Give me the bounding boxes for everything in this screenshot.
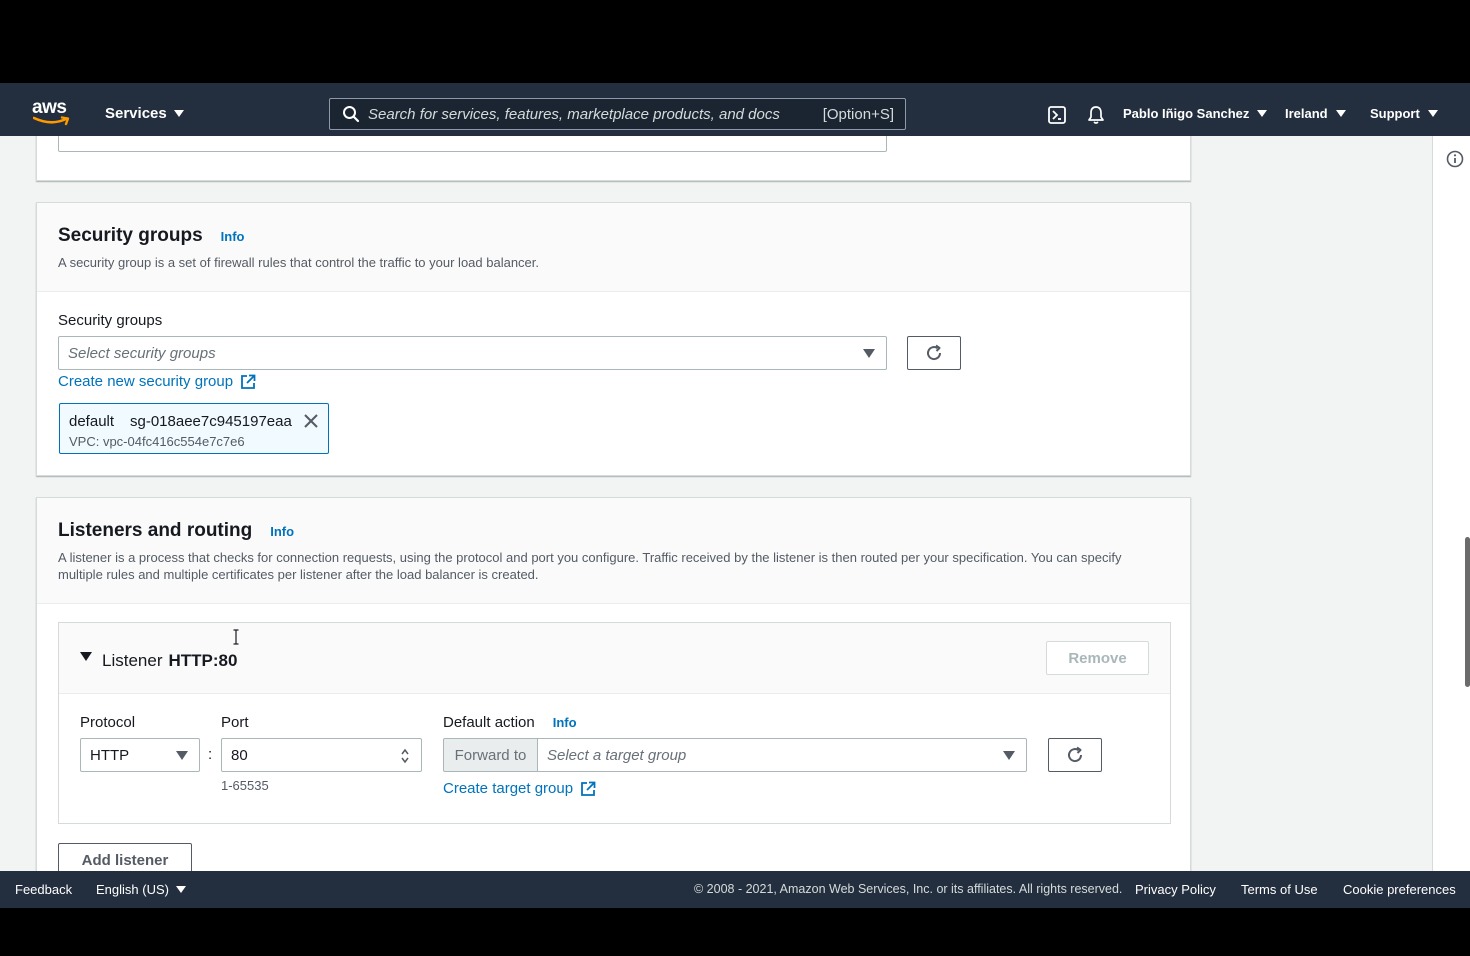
port-field[interactable] — [221, 738, 422, 772]
privacy-policy-link[interactable]: Privacy Policy — [1135, 882, 1216, 897]
selected-security-group-token: default sg-018aee7c945197eaa VPC: vpc-04… — [59, 403, 329, 454]
token-sg-name: default — [69, 413, 115, 430]
forward-to-label: Forward to — [443, 738, 538, 772]
security-groups-field-label: Security groups — [58, 312, 163, 329]
notifications-bell-icon[interactable] — [1086, 105, 1106, 125]
feedback-link[interactable]: Feedback — [15, 882, 72, 897]
region-menu[interactable]: Ireland — [1285, 106, 1346, 121]
protocol-port-separator: : — [208, 746, 213, 763]
target-group-select[interactable]: Select a target group — [537, 738, 1027, 772]
cloudshell-icon[interactable] — [1047, 105, 1067, 125]
security-groups-placeholder: Select security groups — [68, 344, 216, 362]
port-hint: 1-65535 — [221, 778, 269, 793]
remove-listener-button[interactable]: Remove — [1046, 641, 1149, 675]
create-target-group-link[interactable]: Create target group — [443, 780, 596, 797]
create-target-group-label: Create target group — [443, 780, 574, 797]
letterbox-bottom — [0, 908, 1470, 956]
default-action-label-row: Default action Info — [443, 714, 577, 731]
external-link-icon — [581, 781, 596, 796]
help-panel-rail — [1432, 136, 1470, 871]
create-security-group-label: Create new security group — [58, 373, 234, 390]
token-sg-id: sg-018aee7c945197eaa — [130, 413, 292, 430]
listener-header: Listener HTTP:80 Remove — [59, 623, 1170, 694]
default-action-label: Default action — [443, 714, 535, 731]
support-menu[interactable]: Support — [1370, 106, 1438, 121]
target-group-placeholder: Select a target group — [547, 746, 687, 764]
region-label: Ireland — [1285, 106, 1328, 121]
previous-field — [58, 136, 887, 152]
listener-label: Listener — [102, 651, 163, 670]
number-spinner-icon[interactable] — [400, 747, 410, 765]
main-content: Security groups Info A security group is… — [0, 136, 1470, 871]
caret-down-icon — [175, 886, 186, 893]
protocol-value: HTTP — [90, 746, 130, 764]
port-label: Port — [221, 714, 249, 731]
security-groups-header: Security groups Info A security group is… — [37, 203, 1190, 292]
listener-title[interactable]: Listener HTTP:80 — [102, 651, 237, 671]
security-groups-card: Security groups Info A security group is… — [36, 202, 1191, 476]
listener-panel: Listener HTTP:80 Remove Protocol HTTP : P… — [58, 622, 1171, 824]
search-icon — [343, 106, 360, 123]
aws-logo-text: aws — [32, 97, 67, 118]
caret-down-icon — [1003, 750, 1015, 760]
services-label: Services — [105, 105, 167, 122]
text-cursor-icon — [233, 629, 239, 645]
close-icon[interactable] — [303, 413, 319, 429]
account-menu[interactable]: Pablo Iñigo Sanchez — [1123, 106, 1268, 121]
letterbox-top — [0, 0, 1470, 83]
info-circle-icon[interactable] — [1446, 150, 1464, 168]
security-groups-select[interactable]: Select security groups — [58, 336, 887, 370]
caret-down-icon — [1257, 110, 1268, 117]
security-groups-title: Security groups — [58, 225, 203, 246]
port-input[interactable] — [231, 746, 381, 764]
aws-smile-icon — [33, 116, 70, 126]
security-groups-info-link[interactable]: Info — [221, 229, 245, 244]
listener-name: HTTP:80 — [168, 651, 238, 670]
caret-down-icon — [1335, 110, 1346, 117]
caret-down-icon — [176, 750, 188, 760]
protocol-label: Protocol — [80, 714, 136, 731]
listeners-title: Listeners and routing — [58, 520, 253, 541]
token-sg-vpc: VPC: vpc-04fc416c554e7c7e6 — [69, 434, 245, 449]
previous-section-card — [36, 136, 1191, 181]
protocol-select[interactable]: HTTP — [80, 738, 200, 772]
services-menu[interactable]: Services — [105, 105, 184, 122]
refresh-target-groups-button[interactable] — [1048, 738, 1102, 772]
caret-down-icon — [863, 348, 875, 358]
default-action-info-link[interactable]: Info — [553, 715, 577, 730]
footer: Feedback English (US) © 2008 - 2021, Ama… — [0, 871, 1470, 908]
external-link-icon — [241, 374, 256, 389]
refresh-icon — [927, 344, 942, 361]
refresh-security-groups-button[interactable] — [907, 336, 961, 370]
user-name: Pablo Iñigo Sanchez — [1123, 106, 1250, 121]
listeners-info-link[interactable]: Info — [270, 524, 294, 539]
caret-down-icon — [173, 110, 184, 117]
listeners-description: A listener is a process that checks for … — [58, 550, 1122, 582]
refresh-icon — [1068, 746, 1083, 763]
caret-down-icon — [1427, 110, 1438, 117]
page-scrollbar[interactable] — [1465, 537, 1470, 687]
terms-of-use-link[interactable]: Terms of Use — [1241, 882, 1318, 897]
cookie-preferences-link[interactable]: Cookie preferences — [1343, 882, 1456, 897]
support-label: Support — [1370, 106, 1420, 121]
listeners-card: Listeners and routing Info A listener is… — [36, 497, 1191, 871]
language-menu[interactable]: English (US) — [96, 882, 186, 897]
create-security-group-link[interactable]: Create new security group — [58, 373, 256, 390]
aws-logo[interactable]: aws — [32, 97, 72, 126]
search-shortcut: [Option+S] — [822, 105, 894, 123]
security-groups-description: A security group is a set of firewall ru… — [58, 255, 540, 270]
search-box[interactable]: [Option+S] — [329, 98, 906, 130]
add-listener-button[interactable]: Add listener — [58, 843, 192, 871]
top-navigation: aws Services [Option+S] Pablo Iñigo Sanc… — [0, 83, 1470, 136]
copyright-text: © 2008 - 2021, Amazon Web Services, Inc.… — [694, 882, 1123, 896]
expand-triangle-icon[interactable] — [80, 652, 92, 661]
search-input[interactable] — [368, 105, 823, 123]
listeners-header: Listeners and routing Info A listener is… — [37, 498, 1190, 604]
language-label: English (US) — [96, 882, 169, 897]
